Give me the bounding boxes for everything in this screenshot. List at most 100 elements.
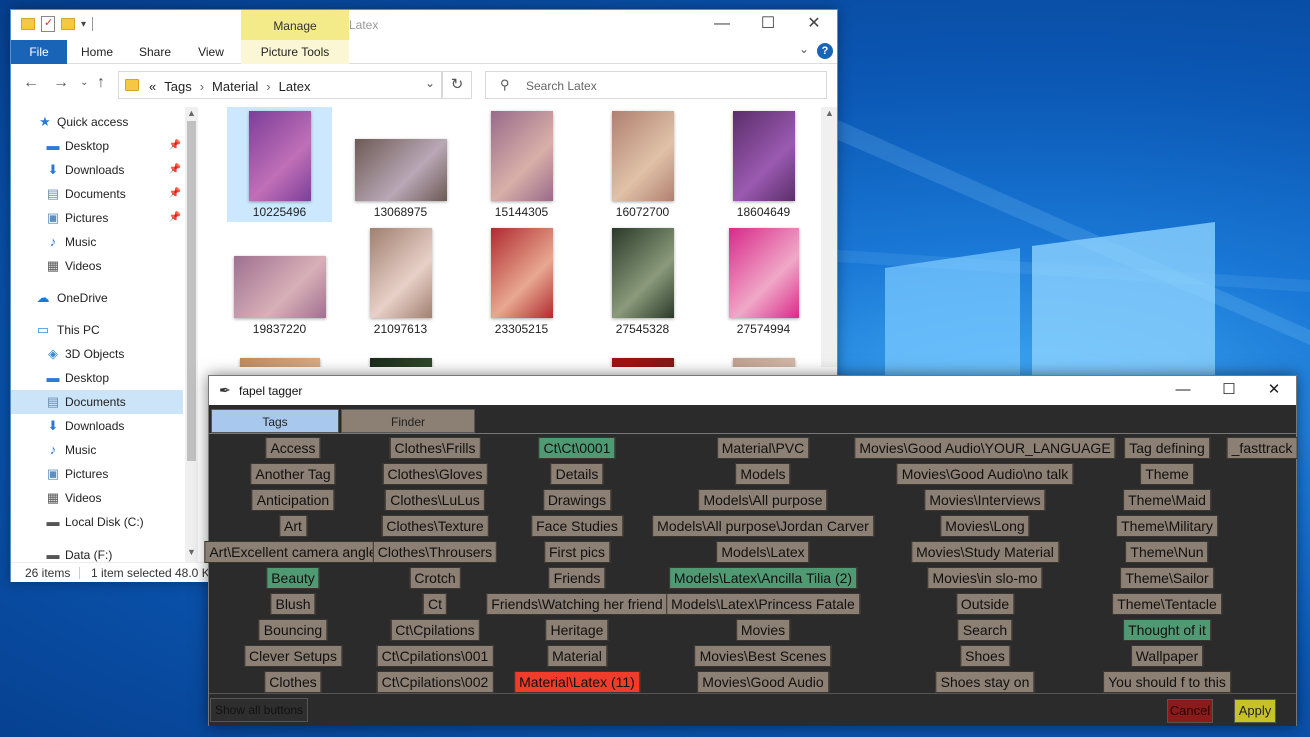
nav-item-downloads[interactable]: ⬇ Downloads 📌 [11,158,183,182]
maximize-button[interactable]: ☐ [1206,376,1252,405]
tag-button[interactable]: Theme\Nun [1125,541,1209,563]
tag-button[interactable]: Anticipation [251,489,335,511]
breadcrumb-latex[interactable]: Latex [279,79,311,94]
file-item[interactable]: 15144305 [469,107,574,222]
tag-button[interactable]: Models\Latex [716,541,810,563]
tag-button[interactable]: Beauty [266,567,320,589]
nav-item-3d-objects[interactable]: ◈ 3D Objects [11,342,183,366]
cancel-button[interactable]: Cancel [1167,699,1213,723]
minimize-button[interactable]: — [699,10,745,40]
ribbon-tab-home[interactable]: Home [73,40,121,64]
scroll-down-icon[interactable]: ▼ [185,547,198,557]
nav-item-desktop[interactable]: ▬ Desktop 📌 [11,134,183,158]
show-all-buttons-button[interactable]: Show all buttons [210,698,309,722]
tag-button[interactable]: Models\Latex\Ancilla Tilia (2) [668,567,858,589]
tag-button[interactable]: Clothes [264,671,322,693]
file-item[interactable]: 13068975 [348,107,453,222]
nav-item-desktop-pc[interactable]: ▬ Desktop [11,366,183,390]
tag-button[interactable]: Blush [270,593,316,615]
up-icon[interactable]: ↑ [97,74,105,92]
minimize-button[interactable]: — [1160,376,1206,405]
ribbon-expand-icon[interactable]: ⌄ [799,42,809,56]
pin-icon[interactable]: 📌 [169,158,181,182]
tag-button[interactable]: Models\All purpose [698,489,828,511]
nav-item-data-drive[interactable]: ▬ Data (F:) [11,543,183,563]
tag-button[interactable]: Movies\Long [940,515,1030,537]
tag-button[interactable]: Movies\Study Material [911,541,1059,563]
nav-item-this-pc[interactable]: ▭ This PC [11,318,183,342]
close-button[interactable]: ✕ [791,10,837,40]
tag-button[interactable]: Ct\Cpilations [390,619,480,641]
address-dropdown-icon[interactable]: ⌄ [425,76,435,90]
tag-button[interactable]: Shoes [960,645,1010,667]
tag-button[interactable]: Movies\Interviews [924,489,1046,511]
tag-button[interactable]: Theme\Military [1116,515,1218,537]
nav-item-local-disk[interactable]: ▬ Local Disk (C:) [11,510,183,534]
tag-button[interactable]: Clothes\Texture [381,515,489,537]
pin-icon[interactable]: 📌 [169,134,181,158]
tag-button[interactable]: Material [547,645,607,667]
file-item[interactable] [590,341,695,367]
new-folder-icon[interactable] [61,18,75,30]
tag-button[interactable]: Movies\Good Audio\no talk [896,463,1074,485]
tag-button[interactable]: Clothes\Gloves [382,463,488,485]
tag-button[interactable]: Outside [955,593,1015,615]
tab-tags[interactable]: Tags [211,409,339,433]
tag-button[interactable]: You should f to this [1103,671,1231,693]
tag-button[interactable]: Theme\Maid [1123,489,1211,511]
tag-button[interactable]: Access [265,437,321,459]
tag-button[interactable]: Movies [735,619,791,641]
address-bar[interactable]: « Tags › Material › Latex ⌄ [118,71,442,99]
tag-button[interactable]: Search [957,619,1013,641]
tag-button[interactable]: Art\Excellent camera angle [204,541,382,563]
nav-item-documents-pc[interactable]: ▤ Documents [11,390,183,414]
breadcrumb-tags[interactable]: Tags [164,79,191,94]
tag-button[interactable]: Thought of it [1123,619,1211,641]
folder-icon[interactable] [21,18,35,30]
nav-scrollbar[interactable]: ▲ ▼ [185,107,198,562]
ribbon-tab-view[interactable]: View [187,40,235,64]
manage-context-tab[interactable]: Manage [241,10,349,40]
files-scrollbar[interactable]: ▲ [821,107,837,367]
tag-button[interactable]: Bouncing [258,619,328,641]
tag-button[interactable]: Clothes\Frills [389,437,481,459]
tag-button[interactable]: Face Studies [531,515,623,537]
refresh-icon[interactable]: ↻ [442,71,472,99]
nav-item-videos[interactable]: ▦ Videos [11,254,183,278]
tag-button[interactable]: Ct\Ct\0001 [538,437,616,459]
tag-button[interactable]: Material\PVC [716,437,810,459]
ribbon-tab-picture-tools[interactable]: Picture Tools [241,40,349,64]
tag-button[interactable]: Theme\Sailor [1120,567,1214,589]
tag-button[interactable]: Clever Setups [244,645,342,667]
tag-button[interactable]: Wallpaper [1130,645,1204,667]
nav-item-onedrive[interactable]: ☁ OneDrive [11,286,183,310]
tag-button[interactable]: Drawings [542,489,612,511]
breadcrumb-overflow[interactable]: « [149,79,156,94]
nav-item-pictures[interactable]: ▣ Pictures 📌 [11,206,183,230]
scroll-up-icon[interactable]: ▲ [185,108,198,118]
file-item[interactable] [711,341,816,367]
tag-button[interactable]: Friends [548,567,606,589]
scrollbar-thumb[interactable] [187,121,196,461]
tab-finder[interactable]: Finder [341,409,475,433]
tag-button[interactable]: Models\Latex\Princess Fatale [666,593,860,615]
pin-icon[interactable]: 📌 [169,182,181,206]
tag-button[interactable]: Movies\in slo-mo [927,567,1043,589]
tag-button[interactable]: Movies\Good Audio\YOUR_LANGUAGE [854,437,1116,459]
close-button[interactable]: ✕ [1251,376,1297,405]
nav-item-documents[interactable]: ▤ Documents 📌 [11,182,183,206]
breadcrumb-material[interactable]: Material [212,79,258,94]
nav-item-downloads-pc[interactable]: ⬇ Downloads [11,414,183,438]
tag-button[interactable]: Ct\Cpilations\001 [376,645,494,667]
recent-locations-icon[interactable]: ⌄ [80,77,88,88]
tag-button[interactable]: Theme\Tentacle [1112,593,1222,615]
ribbon-tab-share[interactable]: Share [131,40,179,64]
tag-button[interactable]: _fasttrack [1226,437,1298,459]
file-item[interactable]: 18604649 [711,107,816,222]
tag-button[interactable]: Crotch [409,567,461,589]
tag-button[interactable]: Art [279,515,307,537]
maximize-button[interactable]: ☐ [745,10,791,40]
help-icon[interactable]: ? [817,43,833,59]
tag-button[interactable]: Models [735,463,791,485]
tag-button[interactable]: Movies\Good Audio [697,671,829,693]
